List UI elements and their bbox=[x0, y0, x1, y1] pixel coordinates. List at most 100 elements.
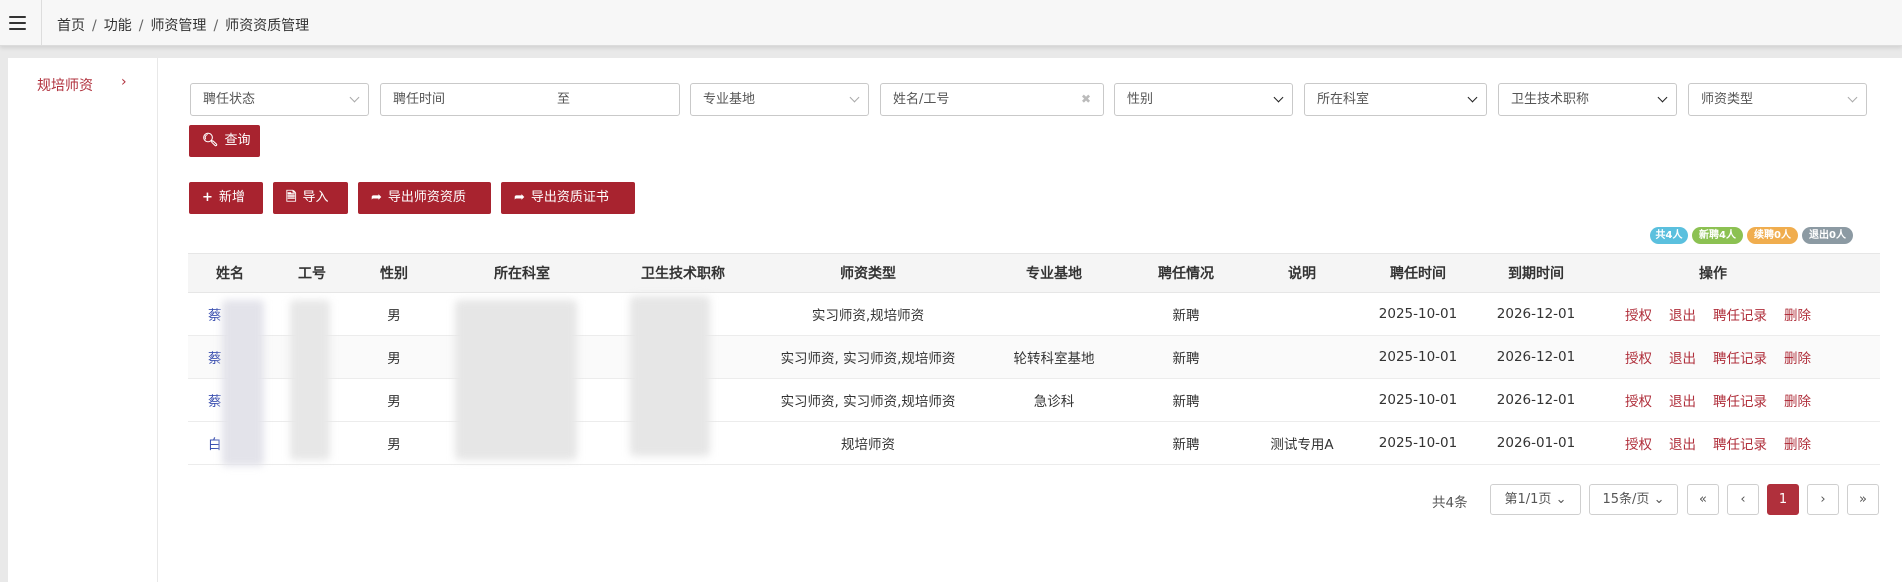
total-count: 共4条 bbox=[1432, 495, 1468, 511]
col-status: 聘任情况 bbox=[1158, 266, 1214, 282]
status-cell: 新聘 bbox=[1172, 351, 1200, 367]
share-arrow-icon: ➦ bbox=[371, 190, 382, 205]
type-select[interactable]: 师资类型 bbox=[1688, 83, 1867, 116]
appointment-record-link[interactable]: 聘任记录 bbox=[1713, 347, 1767, 367]
note-cell bbox=[1242, 293, 1362, 335]
chevron-down-icon bbox=[1273, 92, 1284, 103]
row-actions: 授权 退出 聘任记录 删除 bbox=[1625, 422, 1828, 464]
query-button-label: 查询 bbox=[224, 133, 251, 148]
authorize-link[interactable]: 授权 bbox=[1625, 433, 1652, 453]
delete-link[interactable]: 删除 bbox=[1784, 304, 1811, 324]
delete-link[interactable]: 删除 bbox=[1784, 347, 1811, 367]
row-actions: 授权 退出 聘任记录 删除 bbox=[1625, 336, 1828, 378]
gender-select[interactable]: 性别 bbox=[1114, 83, 1293, 116]
col-dept: 所在科室 bbox=[494, 266, 550, 282]
search-icon: 🔍︎ bbox=[202, 133, 219, 148]
import-button[interactable]: 🗎︎ 导入 bbox=[273, 182, 348, 214]
type-cell: 规培师资 bbox=[841, 437, 895, 453]
sidebar-item-training-faculty[interactable]: 规培师资 bbox=[37, 75, 93, 95]
gender-cell: 男 bbox=[387, 394, 401, 410]
chevron-down-icon: ⌄ bbox=[1555, 492, 1567, 507]
export-qualification-button[interactable]: ➦ 导出师资资质 bbox=[358, 182, 491, 214]
base-select-label: 专业基地 bbox=[703, 92, 756, 107]
end-date-cell: 2026-12-01 bbox=[1496, 306, 1576, 322]
col-name: 姓名 bbox=[216, 266, 244, 282]
row-actions: 授权 退出 聘任记录 删除 bbox=[1625, 379, 1828, 421]
clear-icon[interactable]: ✖ bbox=[1081, 84, 1091, 115]
delete-link[interactable]: 删除 bbox=[1784, 433, 1811, 453]
prev-page-button[interactable]: ‹ bbox=[1727, 484, 1759, 515]
page-size-label: 15条/页 bbox=[1602, 492, 1650, 507]
top-header: 首页 / 功能 / 师资管理 / 师资资质管理 bbox=[0, 0, 1902, 46]
title-select[interactable]: 卫生技术职称 bbox=[1498, 83, 1677, 116]
authorize-link[interactable]: 授权 bbox=[1625, 304, 1652, 324]
date-range-input[interactable]: 聘任时间 至 bbox=[380, 83, 680, 116]
appointment-record-link[interactable]: 聘任记录 bbox=[1713, 304, 1767, 324]
base-select[interactable]: 专业基地 bbox=[690, 83, 869, 116]
delete-link[interactable]: 删除 bbox=[1784, 390, 1811, 410]
exit-link[interactable]: 退出 bbox=[1669, 347, 1696, 367]
table-row: 蔡 男 实习师资, 实习师资,规培师资 轮转科室基地 新聘 2025-10-01… bbox=[188, 336, 1880, 379]
exit-link[interactable]: 退出 bbox=[1669, 433, 1696, 453]
table-row: 蔡 男 实习师资,规培师资 新聘 2025-10-01 2026-12-01 授… bbox=[188, 293, 1880, 336]
start-date-cell: 2025-10-01 bbox=[1378, 392, 1458, 408]
type-select-label: 师资类型 bbox=[1701, 92, 1754, 107]
name-search-input[interactable]: 姓名/工号 ✖ bbox=[880, 83, 1104, 116]
chevron-right-icon: › bbox=[121, 74, 127, 90]
appointment-record-link[interactable]: 聘任记录 bbox=[1713, 433, 1767, 453]
first-page-button[interactable]: « bbox=[1687, 484, 1719, 515]
status-select-label: 聘任状态 bbox=[203, 92, 256, 107]
page-select[interactable]: 第1/1页 ⌄ bbox=[1490, 484, 1581, 515]
end-date-cell: 2026-01-01 bbox=[1496, 435, 1576, 451]
table-header: 姓名 工号 性别 所在科室 卫生技术职称 师资类型 专业基地 聘任情况 说明 聘… bbox=[188, 253, 1880, 293]
add-button[interactable]: + 新增 bbox=[189, 182, 263, 214]
name-search-placeholder: 姓名/工号 bbox=[893, 92, 950, 107]
note-cell: 测试专用A bbox=[1270, 437, 1334, 453]
last-page-button[interactable]: » bbox=[1847, 484, 1879, 515]
breadcrumb-home[interactable]: 首页 bbox=[57, 18, 85, 34]
page-select-label: 第1/1页 bbox=[1504, 492, 1552, 507]
title-select-label: 卫生技术职称 bbox=[1511, 92, 1590, 107]
appointment-record-link[interactable]: 聘任记录 bbox=[1713, 390, 1767, 410]
gender-cell: 男 bbox=[387, 437, 401, 453]
faculty-table: 姓名 工号 性别 所在科室 卫生技术职称 师资类型 专业基地 聘任情况 说明 聘… bbox=[188, 253, 1880, 465]
breadcrumb-faculty[interactable]: 师资管理 bbox=[150, 18, 206, 34]
redacted-id-area bbox=[290, 300, 330, 460]
start-date-cell: 2025-10-01 bbox=[1378, 306, 1458, 322]
import-button-label: 导入 bbox=[302, 190, 329, 205]
sidebar: 规培师资 › bbox=[8, 58, 158, 582]
add-button-label: 新增 bbox=[218, 190, 245, 205]
page-1-button[interactable]: 1 bbox=[1767, 484, 1799, 515]
export-certificate-label: 导出资质证书 bbox=[530, 190, 609, 205]
chevron-down-icon bbox=[849, 92, 860, 103]
query-button[interactable]: 🔍︎ 查询 bbox=[189, 125, 260, 157]
exit-link[interactable]: 退出 bbox=[1669, 390, 1696, 410]
base-cell: 急诊科 bbox=[1033, 394, 1075, 410]
chevron-down-icon bbox=[1467, 92, 1478, 103]
page-size-select[interactable]: 15条/页 ⌄ bbox=[1589, 484, 1678, 515]
note-cell bbox=[1242, 336, 1362, 378]
next-page-button[interactable]: › bbox=[1807, 484, 1839, 515]
exit-link[interactable]: 退出 bbox=[1669, 304, 1696, 324]
export-qualification-label: 导出师资资质 bbox=[387, 190, 466, 205]
export-certificate-button[interactable]: ➦ 导出资质证书 bbox=[501, 182, 635, 214]
breadcrumb-current: 师资资质管理 bbox=[225, 18, 310, 34]
badge-exit: 退出0人 bbox=[1802, 227, 1853, 244]
authorize-link[interactable]: 授权 bbox=[1625, 347, 1652, 367]
status-cell: 新聘 bbox=[1172, 394, 1200, 410]
dept-select[interactable]: 所在科室 bbox=[1304, 83, 1487, 116]
breadcrumb-function[interactable]: 功能 bbox=[104, 18, 132, 34]
date-range-separator: 至 bbox=[557, 92, 571, 107]
type-cell: 实习师资,规培师资 bbox=[811, 308, 925, 324]
authorize-link[interactable]: 授权 bbox=[1625, 390, 1652, 410]
status-select[interactable]: 聘任状态 bbox=[190, 83, 369, 116]
base-cell bbox=[978, 422, 1130, 464]
col-note: 说明 bbox=[1288, 266, 1316, 282]
col-id: 工号 bbox=[298, 266, 326, 282]
gender-cell: 男 bbox=[387, 308, 401, 324]
menu-icon[interactable] bbox=[9, 16, 26, 30]
redacted-dept-area bbox=[455, 300, 577, 460]
badge-renew: 续聘0人 bbox=[1747, 227, 1798, 244]
base-cell bbox=[978, 293, 1130, 335]
chevron-down-icon bbox=[1657, 92, 1668, 103]
